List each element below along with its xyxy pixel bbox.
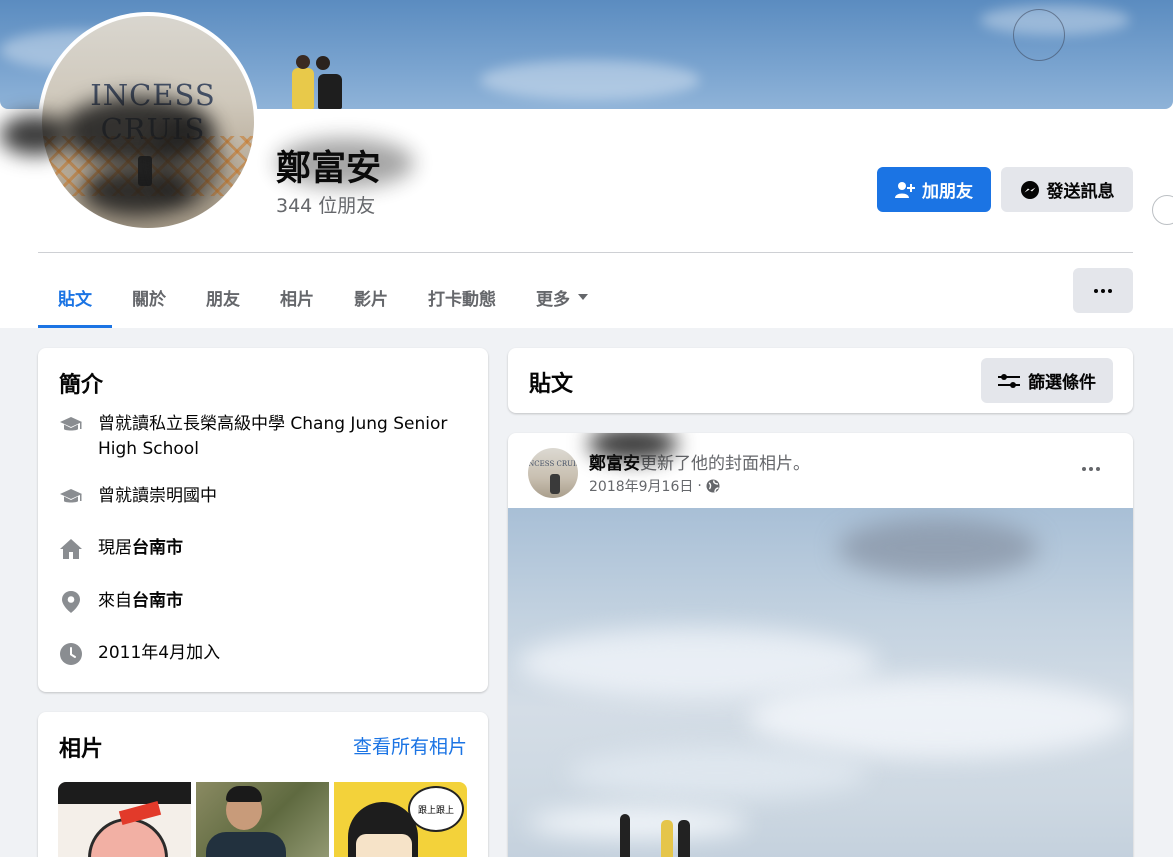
post-meta-separator: ·	[697, 478, 702, 494]
tab-friends[interactable]: 朋友	[186, 266, 260, 328]
send-message-button[interactable]: 發送訊息	[1001, 167, 1133, 212]
add-friend-icon	[895, 181, 915, 198]
intro-card: 簡介 曾就讀私立長榮高級中學 Chang Jung Senior High Sc…	[38, 348, 488, 692]
cover-person-head	[316, 56, 330, 70]
intro-item-text: 現居台南市	[98, 536, 183, 561]
tab-more[interactable]: 更多	[516, 266, 608, 328]
photo-cloud	[838, 518, 1038, 578]
location-pin-icon	[58, 589, 84, 615]
cover-cloud	[480, 60, 700, 100]
see-all-photos-link[interactable]: 查看所有相片	[353, 732, 467, 759]
post-action-text: 更新了他的封面相片。	[640, 454, 810, 474]
home-icon	[58, 536, 84, 562]
tab-videos[interactable]: 影片	[334, 266, 408, 328]
filter-button[interactable]: 篩選條件	[981, 358, 1113, 403]
tab-posts[interactable]: 貼文	[38, 266, 112, 328]
photo-thumbnail[interactable]	[196, 782, 329, 857]
education-cap-icon	[58, 484, 84, 510]
filter-label: 篩選條件	[1028, 373, 1096, 393]
photo-cloud	[748, 678, 1128, 758]
caret-down-icon	[578, 294, 588, 300]
cartoon-face	[356, 834, 412, 857]
intro-item-text: 曾就讀崇明國中	[98, 486, 217, 506]
posts-title: 貼文	[529, 372, 574, 397]
intro-item-place[interactable]: 台南市	[132, 591, 183, 611]
clock-icon	[58, 641, 84, 667]
post-avatar-sign: INCESS CRUIS	[528, 460, 578, 468]
photos-card: 相片 查看所有相片 跟上跟上	[38, 712, 488, 857]
profile-more-options-button[interactable]	[1073, 268, 1133, 313]
tab-label: 朋友	[206, 289, 240, 310]
photo-person	[620, 814, 630, 857]
education-cap-icon	[58, 412, 84, 438]
intro-item-lives-in: 現居台南市	[58, 536, 458, 562]
add-friend-label: 加朋友	[922, 182, 973, 202]
photo-person	[661, 820, 673, 857]
photo-thumbnail[interactable]: 跟上跟上	[334, 782, 467, 857]
intro-item-place[interactable]: 台南市	[132, 538, 183, 558]
tab-label: 相片	[280, 289, 314, 310]
redaction-smudge	[0, 115, 70, 155]
profile-avatar-image: INCESS CRUIS	[42, 16, 254, 228]
photos-title: 相片	[59, 737, 104, 762]
cartoon-pig-drawing	[88, 818, 168, 857]
cover-edit-circle[interactable]	[1013, 9, 1065, 61]
intro-item-text: 2011年4月加入	[98, 643, 221, 663]
photo-cloud	[568, 748, 868, 798]
post-author-avatar[interactable]: INCESS CRUIS	[528, 448, 578, 498]
redaction-smudge	[276, 138, 414, 188]
scroll-edge-circle[interactable]	[1152, 195, 1173, 225]
intro-item-text: 曾就讀私立長榮高級中學 Chang Jung Senior High Schoo…	[98, 414, 448, 459]
tab-checkins[interactable]: 打卡動態	[408, 266, 516, 328]
intro-item-prefix: 現居	[98, 538, 132, 558]
profile-header: INCESS CRUIS 鄭富安 344 位朋友 加朋友 發送訊息 貼文 關於	[0, 0, 1173, 328]
profile-tabs: 貼文 關於 朋友 相片 影片 打卡動態 更多	[38, 266, 608, 328]
photo-person	[678, 820, 690, 857]
speech-bubble-text: 跟上跟上	[417, 805, 454, 816]
person-shirt	[206, 832, 286, 857]
photo-thumbnail[interactable]	[58, 782, 191, 857]
post-meta: 2018年9月16日 ·	[589, 476, 720, 496]
profile-avatar[interactable]: INCESS CRUIS	[38, 12, 258, 232]
cover-person	[318, 74, 342, 109]
post-options-button[interactable]	[1073, 455, 1109, 483]
tab-label: 更多	[536, 289, 570, 310]
intro-title: 簡介	[59, 373, 104, 398]
tab-label: 打卡動態	[428, 289, 496, 310]
post-date[interactable]: 2018年9月16日	[589, 476, 693, 496]
send-message-label: 發送訊息	[1046, 182, 1115, 202]
person-hair	[226, 786, 262, 802]
intro-item-text: 來自台南市	[98, 589, 183, 614]
intro-item-joined: 2011年4月加入	[58, 641, 458, 667]
cover-person	[292, 68, 314, 109]
globe-icon	[706, 479, 720, 493]
more-dots-icon	[1082, 467, 1100, 471]
redaction-smudge	[152, 116, 222, 206]
speech-bubble: 跟上跟上	[408, 786, 464, 832]
header-divider	[38, 252, 1133, 253]
tab-label: 影片	[354, 289, 388, 310]
intro-item-education: 曾就讀崇明國中	[58, 484, 458, 510]
filter-sliders-icon	[998, 373, 1020, 388]
post-cover-photo[interactable]	[508, 508, 1133, 857]
posts-header-card: 貼文 篩選條件	[508, 348, 1133, 413]
messenger-icon	[1020, 180, 1039, 199]
more-dots-icon	[1094, 288, 1112, 293]
tab-photos[interactable]: 相片	[260, 266, 334, 328]
post-avatar-figure	[550, 474, 560, 494]
friends-count[interactable]: 344 位朋友	[276, 191, 375, 218]
tab-about[interactable]: 關於	[112, 266, 186, 328]
add-friend-button[interactable]: 加朋友	[877, 167, 991, 212]
cover-person-head	[296, 55, 310, 69]
tab-label: 貼文	[58, 289, 92, 310]
post-card: INCESS CRUIS 鄭富安更新了他的封面相片。 2018年9月16日 ·	[508, 433, 1133, 857]
tab-label: 關於	[132, 289, 166, 310]
thumbnail-bar	[58, 782, 191, 804]
intro-item-from: 來自台南市	[58, 589, 458, 615]
photo-cloud	[528, 808, 748, 838]
intro-item-education: 曾就讀私立長榮高級中學 Chang Jung Senior High Schoo…	[58, 412, 458, 462]
intro-item-prefix: 來自	[98, 591, 132, 611]
